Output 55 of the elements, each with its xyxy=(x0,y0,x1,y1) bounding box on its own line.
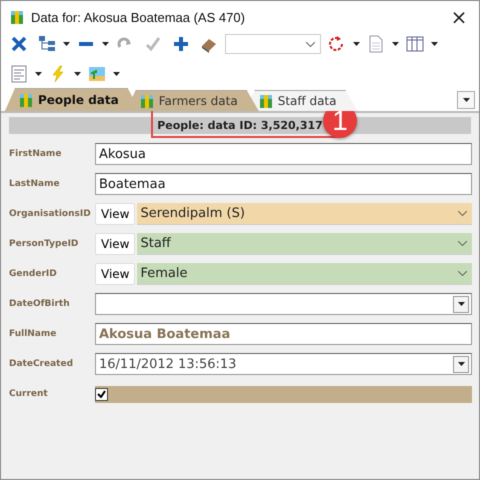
check-icon[interactable] xyxy=(144,35,162,53)
caret-icon[interactable] xyxy=(102,42,109,46)
refresh-icon[interactable] xyxy=(328,35,346,53)
field-label: PersonTypeID xyxy=(8,239,80,249)
field-label: LastName xyxy=(8,179,61,189)
text-field[interactable]: Akosua xyxy=(95,143,472,165)
dropdown-field[interactable]: Serendipalm (S) xyxy=(137,203,472,225)
field-label: DateCreated xyxy=(8,359,74,369)
tab[interactable]: People data xyxy=(5,88,140,111)
caret-icon xyxy=(458,362,464,366)
chevron-icon xyxy=(458,271,467,276)
gift-icon xyxy=(18,92,34,108)
hierarchy-icon[interactable] xyxy=(38,35,56,53)
table-icon[interactable] xyxy=(406,35,424,53)
caret-icon xyxy=(462,98,470,102)
date-field[interactable] xyxy=(95,293,472,315)
list-icon[interactable] xyxy=(10,65,28,83)
view-button[interactable]: View xyxy=(95,233,136,255)
document-icon[interactable] xyxy=(367,35,385,53)
field-label: OrganisationsID xyxy=(8,209,92,219)
chevron-icon xyxy=(458,211,467,216)
field-label: FirstName xyxy=(8,149,62,159)
caret-icon[interactable] xyxy=(392,42,399,46)
gift-icon xyxy=(138,93,155,109)
window-title: Data for: Akosua Boatemaa (AS 470) xyxy=(31,10,246,24)
dropdown-field[interactable]: Staff xyxy=(137,233,472,255)
field-label: Current xyxy=(8,389,49,399)
view-button[interactable]: View xyxy=(95,263,136,285)
plus-icon[interactable] xyxy=(172,35,190,53)
gift-icon xyxy=(258,93,274,109)
dropdown-button[interactable] xyxy=(453,296,469,312)
landscape-icon[interactable] xyxy=(88,65,106,83)
chevron-icon xyxy=(458,241,467,246)
text-field[interactable]: Boatemaa xyxy=(95,173,472,195)
caret-icon xyxy=(458,302,464,306)
dropdown-field[interactable]: Female xyxy=(137,263,472,285)
gift-icon xyxy=(9,9,25,25)
date-field[interactable]: 16/11/2012 13:56:13 xyxy=(95,353,472,375)
field-label: GenderID xyxy=(8,269,58,279)
field-label: FullName xyxy=(8,329,58,339)
caret-icon[interactable] xyxy=(431,42,438,46)
caret-icon[interactable] xyxy=(353,42,360,46)
view-button[interactable]: View xyxy=(95,203,136,225)
dropdown-button[interactable] xyxy=(453,356,469,372)
checkmark-icon xyxy=(97,390,106,398)
close-icon[interactable] xyxy=(10,35,28,53)
caret-icon[interactable] xyxy=(113,72,120,76)
checkbox[interactable] xyxy=(95,388,108,400)
caret-icon[interactable] xyxy=(63,42,70,46)
close-button[interactable]: × xyxy=(439,1,479,33)
caret-icon[interactable] xyxy=(74,72,81,76)
field-label: DateOfBirth xyxy=(8,299,71,309)
tab-menu-button[interactable] xyxy=(457,91,475,109)
chevron-icon xyxy=(306,42,315,46)
caret-icon[interactable] xyxy=(35,72,42,76)
